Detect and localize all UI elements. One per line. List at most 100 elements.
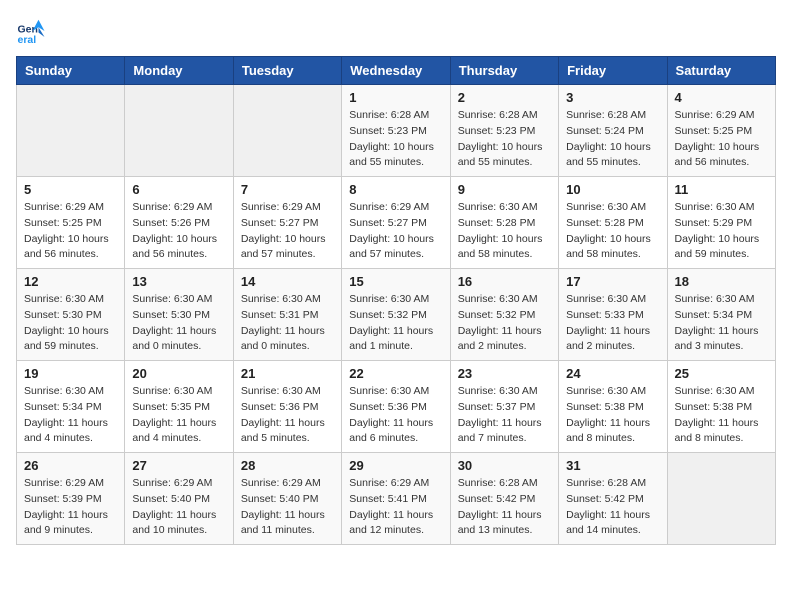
day-number: 1: [349, 90, 442, 105]
day-info: Sunrise: 6:30 AM Sunset: 5:30 PM Dayligh…: [132, 292, 225, 355]
calendar-cell: 30Sunrise: 6:28 AM Sunset: 5:42 PM Dayli…: [450, 453, 558, 545]
day-info: Sunrise: 6:30 AM Sunset: 5:36 PM Dayligh…: [241, 384, 334, 447]
day-number: 27: [132, 458, 225, 473]
calendar-week-row: 5 Sunrise: 6:29 AM Sunset: 5:25 PM Daylig…: [17, 177, 776, 269]
day-number: 17: [566, 274, 659, 289]
day-info: Sunrise: 6:30 AM Sunset: 5:34 PM Dayligh…: [24, 384, 117, 447]
day-info: Sunrise: 6:29 AM Sunset: 5:25 PM Dayligh…: [24, 200, 117, 263]
day-number: 19: [24, 366, 117, 381]
day-number: 21: [241, 366, 334, 381]
calendar-cell: 23 Sunrise: 6:30 AM Sunset: 5:37 PM Dayli…: [450, 361, 558, 453]
calendar-cell: 17 Sunrise: 6:30 AM Sunset: 5:33 PM Dayli…: [559, 269, 667, 361]
day-number: 29: [349, 458, 442, 473]
calendar-cell: 31 Sunrise: 6:28 AM Sunset: 5:42 PM Dayli…: [559, 453, 667, 545]
day-info: Sunrise: 6:30 AM Sunset: 5:35 PM Dayligh…: [132, 384, 225, 447]
day-info: Sunrise: 6:30 AM Sunset: 5:38 PM Dayligh…: [566, 384, 659, 447]
calendar-cell: [233, 85, 341, 177]
day-number: 31: [566, 458, 659, 473]
calendar-cell: 11 Sunrise: 6:30 AM Sunset: 5:29 PM Dayli…: [667, 177, 775, 269]
calendar-cell: 10 Sunrise: 6:30 AM Sunset: 5:28 PM Dayli…: [559, 177, 667, 269]
day-number: 25: [675, 366, 768, 381]
day-number: 13: [132, 274, 225, 289]
day-number: 22: [349, 366, 442, 381]
day-info: Sunrise: 6:28 AM Sunset: 5:23 PM Dayligh…: [458, 108, 551, 171]
weekday-header-tuesday: Tuesday: [233, 57, 341, 85]
calendar-week-row: 19 Sunrise: 6:30 AM Sunset: 5:34 PM Dayli…: [17, 361, 776, 453]
calendar-week-row: 26Sunrise: 6:29 AM Sunset: 5:39 PM Dayli…: [17, 453, 776, 545]
day-info: Sunrise: 6:30 AM Sunset: 5:32 PM Dayligh…: [349, 292, 442, 355]
day-number: 15: [349, 274, 442, 289]
page-header: Gen eral: [16, 16, 776, 46]
logo-icon: Gen eral: [16, 16, 46, 46]
calendar-cell: 14 Sunrise: 6:30 AM Sunset: 5:31 PM Dayli…: [233, 269, 341, 361]
calendar-cell: 7 Sunrise: 6:29 AM Sunset: 5:27 PM Daylig…: [233, 177, 341, 269]
calendar-cell: 8Sunrise: 6:29 AM Sunset: 5:27 PM Daylig…: [342, 177, 450, 269]
calendar-cell: 20 Sunrise: 6:30 AM Sunset: 5:35 PM Dayli…: [125, 361, 233, 453]
calendar-cell: 9 Sunrise: 6:30 AM Sunset: 5:28 PM Daylig…: [450, 177, 558, 269]
weekday-header-saturday: Saturday: [667, 57, 775, 85]
svg-text:eral: eral: [18, 34, 37, 46]
day-number: 16: [458, 274, 551, 289]
day-number: 14: [241, 274, 334, 289]
day-number: 26: [24, 458, 117, 473]
calendar-table: SundayMondayTuesdayWednesdayThursdayFrid…: [16, 56, 776, 545]
day-number: 9: [458, 182, 551, 197]
calendar-cell: 21 Sunrise: 6:30 AM Sunset: 5:36 PM Dayli…: [233, 361, 341, 453]
day-number: 7: [241, 182, 334, 197]
calendar-cell: 15 Sunrise: 6:30 AM Sunset: 5:32 PM Dayli…: [342, 269, 450, 361]
day-number: 23: [458, 366, 551, 381]
calendar-cell: 24Sunrise: 6:30 AM Sunset: 5:38 PM Dayli…: [559, 361, 667, 453]
day-info: Sunrise: 6:30 AM Sunset: 5:28 PM Dayligh…: [566, 200, 659, 263]
calendar-cell: 19 Sunrise: 6:30 AM Sunset: 5:34 PM Dayli…: [17, 361, 125, 453]
day-info: Sunrise: 6:29 AM Sunset: 5:27 PM Dayligh…: [241, 200, 334, 263]
day-number: 30: [458, 458, 551, 473]
day-number: 10: [566, 182, 659, 197]
calendar-cell: 3 Sunrise: 6:28 AM Sunset: 5:24 PM Daylig…: [559, 85, 667, 177]
day-info: Sunrise: 6:30 AM Sunset: 5:36 PM Dayligh…: [349, 384, 442, 447]
calendar-cell: 18 Sunrise: 6:30 AM Sunset: 5:34 PM Dayli…: [667, 269, 775, 361]
day-number: 18: [675, 274, 768, 289]
weekday-header-wednesday: Wednesday: [342, 57, 450, 85]
day-info: Sunrise: 6:30 AM Sunset: 5:37 PM Dayligh…: [458, 384, 551, 447]
day-info: Sunrise: 6:29 AM Sunset: 5:40 PM Dayligh…: [241, 476, 334, 539]
calendar-cell: 1 Sunrise: 6:28 AM Sunset: 5:23 PM Daylig…: [342, 85, 450, 177]
day-info: Sunrise: 6:30 AM Sunset: 5:30 PM Dayligh…: [24, 292, 117, 355]
calendar-cell: [125, 85, 233, 177]
day-number: 5: [24, 182, 117, 197]
day-number: 3: [566, 90, 659, 105]
day-info: Sunrise: 6:29 AM Sunset: 5:26 PM Dayligh…: [132, 200, 225, 263]
calendar-cell: 28 Sunrise: 6:29 AM Sunset: 5:40 PM Dayli…: [233, 453, 341, 545]
weekday-header-monday: Monday: [125, 57, 233, 85]
day-info: Sunrise: 6:30 AM Sunset: 5:31 PM Dayligh…: [241, 292, 334, 355]
calendar-cell: [17, 85, 125, 177]
day-number: 11: [675, 182, 768, 197]
day-number: 12: [24, 274, 117, 289]
day-info: Sunrise: 6:30 AM Sunset: 5:28 PM Dayligh…: [458, 200, 551, 263]
calendar-cell: 13 Sunrise: 6:30 AM Sunset: 5:30 PM Dayli…: [125, 269, 233, 361]
calendar-cell: 12 Sunrise: 6:30 AM Sunset: 5:30 PM Dayli…: [17, 269, 125, 361]
day-info: Sunrise: 6:30 AM Sunset: 5:32 PM Dayligh…: [458, 292, 551, 355]
calendar-cell: 25 Sunrise: 6:30 AM Sunset: 5:38 PM Dayli…: [667, 361, 775, 453]
calendar-cell: 22 Sunrise: 6:30 AM Sunset: 5:36 PM Dayli…: [342, 361, 450, 453]
calendar-cell: 16 Sunrise: 6:30 AM Sunset: 5:32 PM Dayli…: [450, 269, 558, 361]
day-number: 20: [132, 366, 225, 381]
day-info: Sunrise: 6:30 AM Sunset: 5:33 PM Dayligh…: [566, 292, 659, 355]
day-number: 8: [349, 182, 442, 197]
calendar-cell: 5 Sunrise: 6:29 AM Sunset: 5:25 PM Daylig…: [17, 177, 125, 269]
calendar-cell: 4 Sunrise: 6:29 AM Sunset: 5:25 PM Daylig…: [667, 85, 775, 177]
weekday-header-friday: Friday: [559, 57, 667, 85]
calendar-cell: 27 Sunrise: 6:29 AM Sunset: 5:40 PM Dayli…: [125, 453, 233, 545]
calendar-cell: 29 Sunrise: 6:29 AM Sunset: 5:41 PM Dayli…: [342, 453, 450, 545]
calendar-cell: [667, 453, 775, 545]
day-info: Sunrise: 6:29 AM Sunset: 5:40 PM Dayligh…: [132, 476, 225, 539]
day-info: Sunrise: 6:30 AM Sunset: 5:38 PM Dayligh…: [675, 384, 768, 447]
day-number: 4: [675, 90, 768, 105]
day-info: Sunrise: 6:28 AM Sunset: 5:42 PM Dayligh…: [566, 476, 659, 539]
day-info: Sunrise: 6:29 AM Sunset: 5:41 PM Dayligh…: [349, 476, 442, 539]
day-number: 28: [241, 458, 334, 473]
day-info: Sunrise: 6:28 AM Sunset: 5:24 PM Dayligh…: [566, 108, 659, 171]
day-info: Sunrise: 6:28 AM Sunset: 5:23 PM Dayligh…: [349, 108, 442, 171]
day-info: Sunrise: 6:30 AM Sunset: 5:29 PM Dayligh…: [675, 200, 768, 263]
day-info: Sunrise: 6:30 AM Sunset: 5:34 PM Dayligh…: [675, 292, 768, 355]
day-info: Sunrise: 6:29 AM Sunset: 5:25 PM Dayligh…: [675, 108, 768, 171]
